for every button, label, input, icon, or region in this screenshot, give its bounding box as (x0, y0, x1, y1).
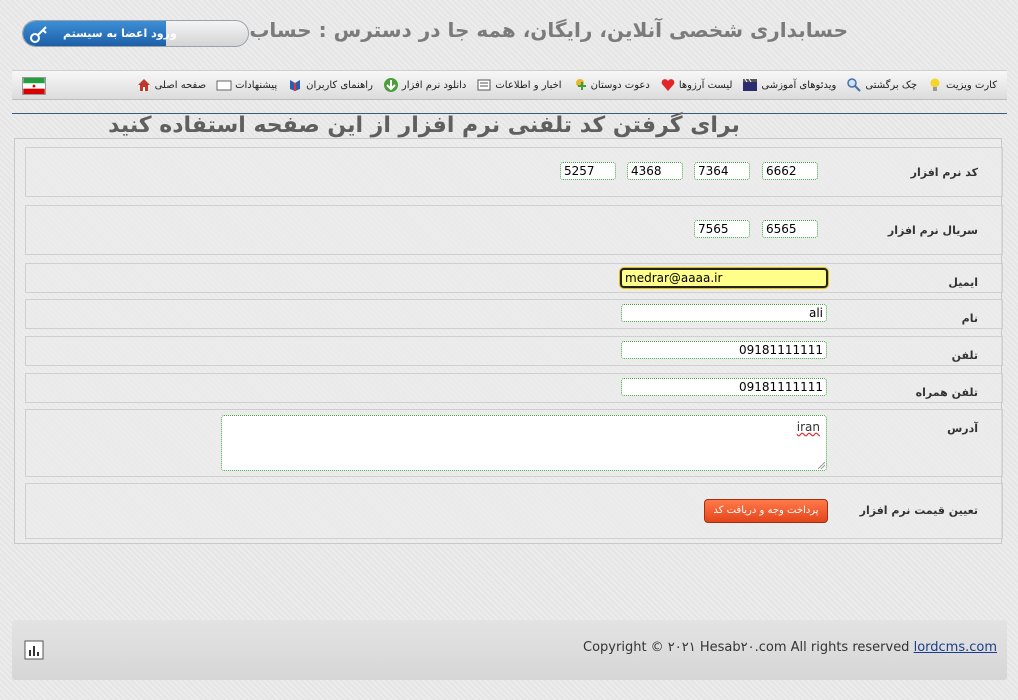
member-login-button[interactable]: ورود اعضا به سیستم (22, 20, 249, 47)
nav-item-bounced-check[interactable]: چک برگشتی (846, 77, 917, 93)
price-label: تعیین قیمت نرم افزار (859, 504, 978, 517)
nav-item-invite[interactable]: دعوت دوستان (572, 77, 650, 93)
invite-icon (575, 79, 586, 90)
page-title: برای گرفتن کد تلفنی نرم افزار از این صفح… (108, 113, 740, 138)
iran-flag-icon[interactable] (22, 77, 46, 95)
software-code-field-2[interactable]: 7364 (694, 162, 750, 180)
video-icon (743, 78, 758, 91)
email-label: ایمیل (948, 276, 978, 289)
mobile-label: تلفن همراه (915, 386, 978, 399)
message-icon (216, 80, 232, 91)
phone-field[interactable]: 09181111111 (621, 341, 827, 359)
mobile-field[interactable]: 09181111111 (621, 378, 827, 396)
software-code-field-1[interactable]: 6662 (762, 162, 818, 180)
key-icon (30, 26, 47, 43)
nav-label: پیشنهادات (235, 79, 278, 91)
stats-icon[interactable] (24, 640, 44, 660)
main-nav: صفحه اصلی پیشنهادات راهنمای کاربران دانل… (12, 70, 1007, 100)
nav-label: صفحه اصلی (154, 79, 207, 91)
serial-field-1[interactable]: 6565 (762, 220, 818, 238)
nav-label: لیست آرزوها (678, 79, 733, 91)
nav-item-suggestions[interactable]: پیشنهادات (216, 77, 277, 93)
wishlist-icon (661, 79, 675, 91)
phone-label: تلفن (951, 349, 978, 362)
copyright-text: Copyright © ۲۰۲۱ Hesab۲۰.com All rights … (583, 640, 910, 655)
copyright: Copyright © ۲۰۲۱ Hesab۲۰.com All rights … (583, 640, 997, 655)
phone-row: تلفن 09181111111 (25, 336, 1003, 366)
download-icon (383, 78, 398, 92)
address-row: آدرس iran (25, 409, 1003, 477)
mobile-row: تلفن همراه 09181111111 (25, 373, 1003, 403)
software-code-field-4[interactable]: 5257 (560, 162, 616, 180)
svg-text:حساب بیست: حساب بیست (994, 13, 996, 48)
price-row: تعیین قیمت نرم افزار پرداخت وجه و دریافت… (25, 483, 1003, 539)
address-label: آدرس (947, 422, 978, 435)
code-request-form: کد نرم افزار 6662 7364 4368 5257 سریال ن… (14, 138, 1003, 544)
nav-label: چک برگشتی (865, 79, 918, 91)
nav-item-news[interactable]: اخبار و اطلاعات (476, 77, 562, 93)
nav-label: کارت ویزیت (946, 79, 997, 91)
serial-field-2[interactable]: 7565 (694, 220, 750, 238)
email-field[interactable]: medrar@aaaa.ir (620, 268, 828, 288)
nav-label: اخبار و اطلاعات (495, 79, 562, 91)
email-row: ایمیل medrar@aaaa.ir (25, 263, 1003, 293)
nav-item-guide[interactable]: راهنمای کاربران (287, 77, 373, 93)
nav-item-business-card[interactable]: کارت ویزیت (927, 77, 997, 93)
nav-label: راهنمای کاربران (306, 79, 373, 91)
site-logo[interactable]: حساب بیست (856, 6, 996, 54)
lightbulb-icon (930, 78, 940, 91)
serial-label: سریال نرم افزار (887, 224, 978, 237)
member-login-label: ورود اعضا به سیستم (63, 27, 177, 40)
nav-item-home[interactable]: صفحه اصلی (136, 77, 206, 93)
software-code-label: کد نرم افزار (910, 166, 978, 179)
nav-item-videos[interactable]: ویدئوهای آموزشی (742, 77, 836, 93)
nav-label: ویدئوهای آموزشی (761, 79, 837, 91)
guide-icon (290, 80, 301, 91)
name-row: نام ali (25, 299, 1003, 329)
name-label: نام (961, 312, 978, 325)
serial-row: سریال نرم افزار 6565 7565 (25, 205, 1003, 255)
lordcms-link[interactable]: lordcms.com (914, 640, 997, 655)
search-icon (847, 78, 862, 92)
nav-item-download[interactable]: دانلود نرم افزار (383, 77, 466, 93)
site-slogan: حسابداری شخصی آنلاین، رایگان، همه جا در … (185, 18, 848, 42)
resize-handle-icon[interactable] (817, 461, 825, 469)
name-field[interactable]: ali (621, 304, 827, 322)
address-textarea[interactable]: iran (221, 415, 827, 471)
software-code-row: کد نرم افزار 6662 7364 4368 5257 (25, 147, 1003, 197)
header: حساب بیست حسابداری شخصی آنلاین، رایگان، … (0, 0, 1018, 68)
nav-label: دانلود نرم افزار (401, 79, 467, 91)
nav-label: دعوت دوستان (590, 79, 650, 91)
home-icon (137, 79, 150, 91)
news-icon (477, 79, 491, 91)
address-value: iran (796, 420, 820, 434)
footer: Copyright © ۲۰۲۱ Hesab۲۰.com All rights … (12, 620, 1007, 680)
pay-and-get-code-button[interactable]: پرداخت وجه و دریافت کد (704, 499, 828, 523)
software-code-field-3[interactable]: 4368 (627, 162, 683, 180)
nav-item-wishlist[interactable]: لیست آرزوها (660, 77, 733, 93)
